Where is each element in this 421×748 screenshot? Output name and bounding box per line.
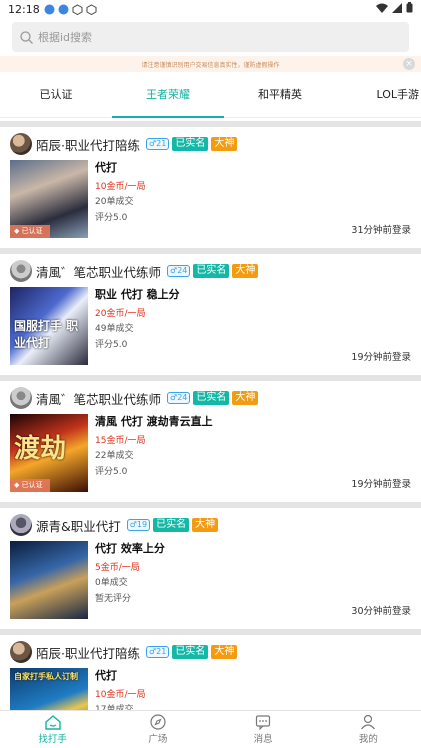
order-count: 49单成交 — [95, 324, 134, 334]
last-login: 30分钟前登录 — [351, 606, 411, 617]
master-tag: 大神 — [232, 264, 259, 278]
notice-bar: 请注意谨慎识别用户交易信息真实性，谨防虚假操作 × — [0, 56, 421, 72]
master-tag: 大神 — [211, 137, 238, 151]
nav-label: 找打手 — [38, 734, 67, 745]
wifi-icon — [376, 3, 388, 16]
rating: 评分5.0 — [95, 213, 128, 223]
thumbnail-text: 渡劫 — [14, 434, 67, 464]
notice-text: 请注意谨慎识别用户交易信息真实性，谨防虚假操作 — [141, 61, 280, 69]
nav-label: 我的 — [358, 734, 378, 745]
service-title: 代打 — [95, 161, 117, 174]
last-login: 19分钟前登录 — [351, 352, 411, 363]
avatar[interactable] — [10, 514, 32, 536]
cube-icon-2 — [86, 3, 97, 15]
rating: 评分5.0 — [95, 467, 128, 477]
nav-find-player[interactable]: 找打手 — [0, 711, 105, 748]
tab-lol-mobile[interactable]: LOL手游 — [336, 72, 421, 118]
list-item[interactable]: 源青&职业代打 ♂19 已实名 大神 代打 效率上分 5金币/一局 0单成交 暂… — [0, 508, 421, 629]
service-thumbnail[interactable]: ◆ 已认证 — [10, 160, 88, 238]
gender-age-badge: ♂21 — [145, 138, 170, 150]
rating: 评分5.0 — [95, 340, 128, 350]
service-title: 清風 代打 渡劫青云直上 — [95, 415, 213, 428]
price: 10金币/一局 — [95, 182, 146, 192]
order-count: 20单成交 — [95, 197, 134, 207]
nickname: 陌辰·职业代打陪练 — [36, 137, 140, 153]
avatar[interactable] — [10, 641, 32, 663]
compass-icon — [150, 714, 166, 730]
certified-badge: ◆ 已认证 — [10, 479, 50, 492]
list-item[interactable]: 清風゛笔芯职业代练师 ♂24 已实名 大神 渡劫 ◆ 已认证 清風 代打 渡劫青… — [0, 381, 421, 502]
nav-messages[interactable]: 消息 — [211, 711, 316, 748]
battery-icon — [406, 2, 413, 16]
nickname: 清風゛笔芯职业代练师 — [36, 391, 162, 407]
message-icon — [256, 715, 271, 730]
order-count: 17单成交 — [95, 705, 134, 710]
notification-icon-2 — [58, 4, 69, 15]
gender-age-badge: ♂24 — [167, 265, 191, 277]
nav-label: 广场 — [148, 734, 168, 745]
close-icon[interactable]: × — [403, 58, 415, 70]
tab-certified[interactable]: 已认证 — [0, 72, 112, 118]
service-thumbnail[interactable] — [10, 541, 88, 619]
list-item[interactable]: 陌辰·职业代打陪练 ♂21 已实名 大神 自家打手私人订制 代打 10金币/一局… — [0, 635, 421, 710]
real-name-tag: 已实名 — [172, 137, 209, 151]
real-name-tag: 已实名 — [193, 391, 230, 405]
master-tag: 大神 — [192, 518, 219, 532]
gender-age-badge: ♂19 — [126, 519, 151, 531]
price: 20金币/一局 — [95, 309, 146, 319]
search-icon — [20, 30, 33, 44]
nickname: 陌辰·职业代打陪练 — [36, 645, 140, 661]
price: 5金币/一局 — [95, 563, 140, 573]
service-thumbnail[interactable]: 自家打手私人订制 — [10, 668, 88, 710]
shield-icon: ◆ — [14, 481, 20, 489]
shield-icon: ◆ — [14, 227, 20, 235]
nickname: 清風゛笔芯职业代练师 — [36, 264, 162, 280]
avatar[interactable] — [10, 260, 32, 282]
price: 10金币/一局 — [95, 690, 146, 700]
price: 15金币/一局 — [95, 436, 146, 446]
service-thumbnail[interactable]: 国服打手 职业代打 — [10, 287, 88, 365]
avatar[interactable] — [10, 133, 32, 155]
service-title: 职业 代打 稳上分 — [95, 288, 180, 301]
real-name-tag: 已实名 — [193, 264, 230, 278]
gender-age-badge: ♂24 — [167, 392, 191, 404]
thumbnail-text: 自家打手私人订制 — [14, 672, 78, 681]
service-title: 代打 — [95, 669, 117, 682]
service-title: 代打 效率上分 — [95, 542, 165, 555]
last-login: 19分钟前登录 — [351, 479, 411, 490]
nav-label: 消息 — [253, 734, 273, 745]
master-tag: 大神 — [232, 391, 259, 405]
home-icon — [44, 715, 61, 730]
search-placeholder: 根据id搜索 — [38, 31, 93, 44]
master-tag: 大神 — [211, 645, 238, 659]
list-item[interactable]: 陌辰·职业代打陪练 ♂21 已实名 大神 ◆ 已认证 代打 10金币/一局 20… — [0, 127, 421, 248]
nav-mine[interactable]: 我的 — [316, 711, 421, 748]
thumbnail-text: 国服打手 职业代打 — [14, 319, 79, 350]
tab-peace-elite[interactable]: 和平精英 — [224, 72, 336, 118]
last-login: 31分钟前登录 — [351, 225, 411, 236]
real-name-tag: 已实名 — [172, 645, 209, 659]
nickname: 源青&职业代打 — [36, 518, 121, 534]
notification-icon-1 — [44, 4, 55, 15]
status-time: 12:18 — [8, 2, 40, 16]
order-count: 0单成交 — [95, 578, 128, 588]
user-icon — [361, 714, 376, 730]
list-item[interactable]: 清風゛笔芯职业代练师 ♂24 已实名 大神 国服打手 职业代打 职业 代打 稳上… — [0, 254, 421, 375]
search-input[interactable]: 根据id搜索 — [12, 22, 409, 52]
service-thumbnail[interactable]: 渡劫 ◆ 已认证 — [10, 414, 88, 492]
status-bar: 12:18 — [0, 0, 421, 18]
gender-age-badge: ♂21 — [145, 646, 170, 658]
rating: 暂无评分 — [95, 594, 132, 604]
tab-honor-of-kings[interactable]: 王者荣耀 — [112, 72, 224, 118]
player-list: 陌辰·职业代打陪练 ♂21 已实名 大神 ◆ 已认证 代打 10金币/一局 20… — [0, 121, 421, 710]
cube-icon-1 — [72, 3, 83, 15]
certified-badge: ◆ 已认证 — [10, 225, 50, 238]
nav-square[interactable]: 广场 — [105, 711, 210, 748]
signal-icon — [392, 2, 402, 16]
avatar[interactable] — [10, 387, 32, 409]
real-name-tag: 已实名 — [153, 518, 190, 532]
bottom-nav: 找打手 广场 消息 我的 — [0, 710, 421, 748]
game-tabs: 已认证 王者荣耀 和平精英 LOL手游 — [0, 72, 421, 118]
order-count: 22单成交 — [95, 451, 134, 461]
